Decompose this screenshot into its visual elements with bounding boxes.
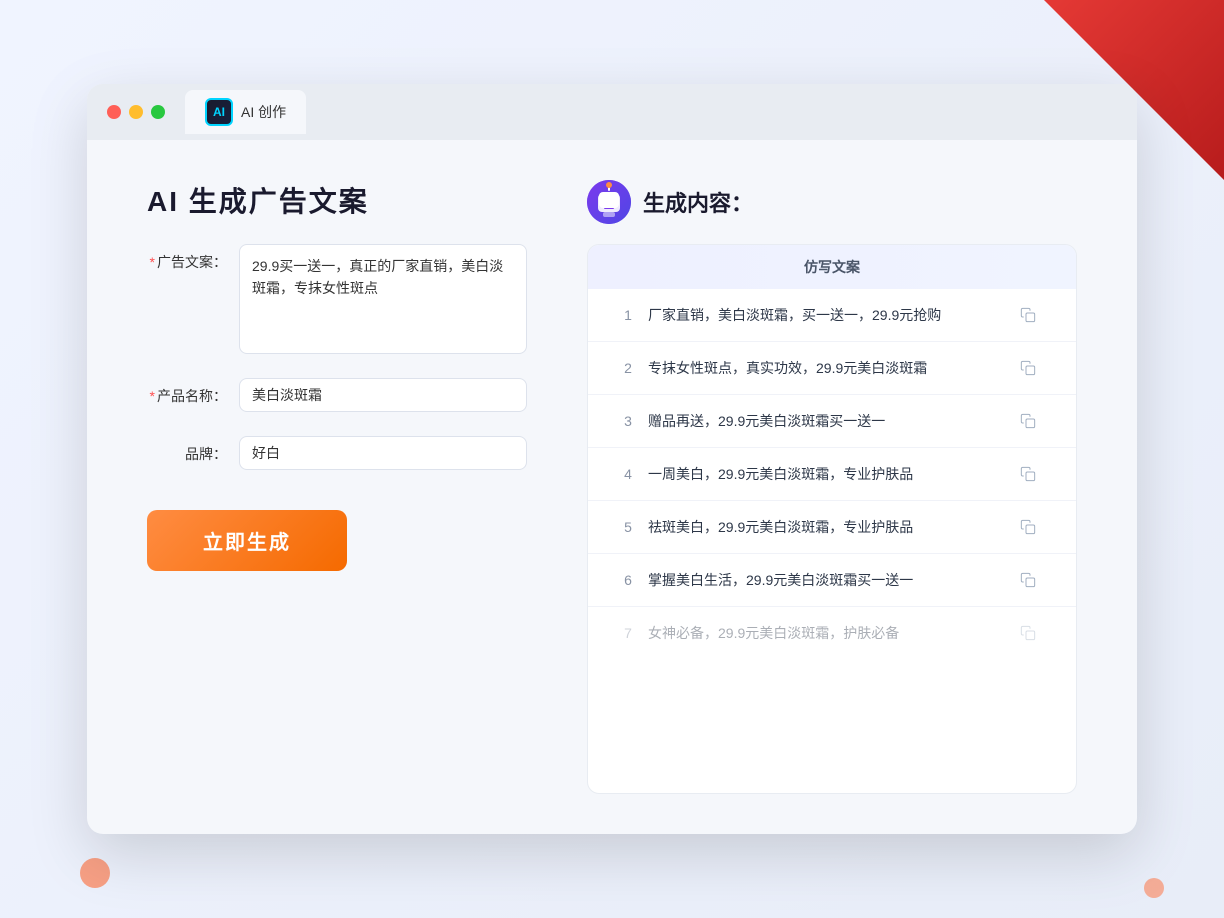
result-item: 4一周美白，29.9元美白淡斑霜，专业护肤品 — [588, 448, 1076, 501]
result-number: 3 — [608, 413, 648, 429]
result-text: 赠品再送，29.9元美白淡斑霜买一送一 — [648, 411, 1016, 432]
result-text: 厂家直销，美白淡斑霜，买一送一，29.9元抢购 — [648, 305, 1016, 326]
results-title: 生成内容： — [643, 186, 753, 218]
result-text: 专抹女性斑点，真实功效，29.9元美白淡斑霜 — [648, 358, 1016, 379]
window-controls — [107, 105, 165, 119]
result-text: 一周美白，29.9元美白淡斑霜，专业护肤品 — [648, 464, 1016, 485]
brand-input[interactable] — [239, 436, 527, 470]
result-number: 1 — [608, 307, 648, 323]
result-item: 7女神必备，29.9元美白淡斑霜，护肤必备 — [588, 607, 1076, 659]
result-text: 女神必备，29.9元美白淡斑霜，护肤必备 — [648, 623, 1016, 644]
result-number: 2 — [608, 360, 648, 376]
generate-button[interactable]: 立即生成 — [147, 510, 347, 571]
result-text: 掌握美白生活，29.9元美白淡斑霜买一送一 — [648, 570, 1016, 591]
ad-copy-required-star: * — [150, 254, 155, 270]
result-number: 5 — [608, 519, 648, 535]
right-header: 生成内容： — [587, 180, 1077, 224]
title-bar: AI AI 创作 — [87, 84, 1137, 140]
product-name-input[interactable] — [239, 378, 527, 412]
left-panel: AI 生成广告文案 *广告文案： 29.9买一送一，真正的厂家直销，美白淡斑霜，… — [147, 180, 527, 794]
ad-copy-label: *广告文案： — [147, 244, 227, 272]
ad-copy-textarea[interactable]: 29.9买一送一，真正的厂家直销，美白淡斑霜，专抹女性斑点 — [239, 244, 527, 354]
product-name-group: *产品名称： — [147, 378, 527, 412]
corner-decoration-bottom-right — [1144, 878, 1164, 898]
corner-decoration-bottom-left — [80, 858, 110, 888]
results-container: 仿写文案 1厂家直销，美白淡斑霜，买一送一，29.9元抢购 2专抹女性斑点，真实… — [587, 244, 1077, 794]
result-number: 6 — [608, 572, 648, 588]
result-item: 1厂家直销，美白淡斑霜，买一送一，29.9元抢购 — [588, 289, 1076, 342]
result-text: 祛斑美白，29.9元美白淡斑霜，专业护肤品 — [648, 517, 1016, 538]
content-area: AI 生成广告文案 *广告文案： 29.9买一送一，真正的厂家直销，美白淡斑霜，… — [87, 140, 1137, 834]
results-column-header: 仿写文案 — [648, 257, 1016, 277]
ad-copy-group: *广告文案： 29.9买一送一，真正的厂家直销，美白淡斑霜，专抹女性斑点 — [147, 244, 527, 354]
results-list: 1厂家直销，美白淡斑霜，买一送一，29.9元抢购 2专抹女性斑点，真实功效，29… — [588, 289, 1076, 659]
brand-group: 品牌： — [147, 436, 527, 470]
brand-label: 品牌： — [147, 436, 227, 464]
copy-icon[interactable] — [1016, 356, 1040, 380]
ai-tab[interactable]: AI AI 创作 — [185, 90, 306, 134]
page-title: AI 生成广告文案 — [147, 180, 527, 220]
result-item: 5祛斑美白，29.9元美白淡斑霜，专业护肤品 — [588, 501, 1076, 554]
result-number: 7 — [608, 625, 648, 641]
browser-window: AI AI 创作 AI 生成广告文案 *广告文案： 29.9买一送一，真正的厂家… — [87, 84, 1137, 834]
tab-label: AI 创作 — [241, 102, 286, 122]
close-button[interactable] — [107, 105, 121, 119]
copy-icon[interactable] — [1016, 409, 1040, 433]
ai-icon: AI — [205, 98, 233, 126]
copy-icon[interactable] — [1016, 621, 1040, 645]
right-panel: 生成内容： 仿写文案 1厂家直销，美白淡斑霜，买一送一，29.9元抢购 2专抹女… — [587, 180, 1077, 794]
result-item: 2专抹女性斑点，真实功效，29.9元美白淡斑霜 — [588, 342, 1076, 395]
result-item: 6掌握美白生活，29.9元美白淡斑霜买一送一 — [588, 554, 1076, 607]
robot-icon — [587, 180, 631, 224]
copy-icon[interactable] — [1016, 515, 1040, 539]
copy-icon[interactable] — [1016, 462, 1040, 486]
copy-icon[interactable] — [1016, 303, 1040, 327]
copy-icon[interactable] — [1016, 568, 1040, 592]
minimize-button[interactable] — [129, 105, 143, 119]
product-name-label: *产品名称： — [147, 378, 227, 406]
result-number: 4 — [608, 466, 648, 482]
product-name-required-star: * — [150, 388, 155, 404]
maximize-button[interactable] — [151, 105, 165, 119]
result-item: 3赠品再送，29.9元美白淡斑霜买一送一 — [588, 395, 1076, 448]
results-table-header: 仿写文案 — [588, 245, 1076, 289]
